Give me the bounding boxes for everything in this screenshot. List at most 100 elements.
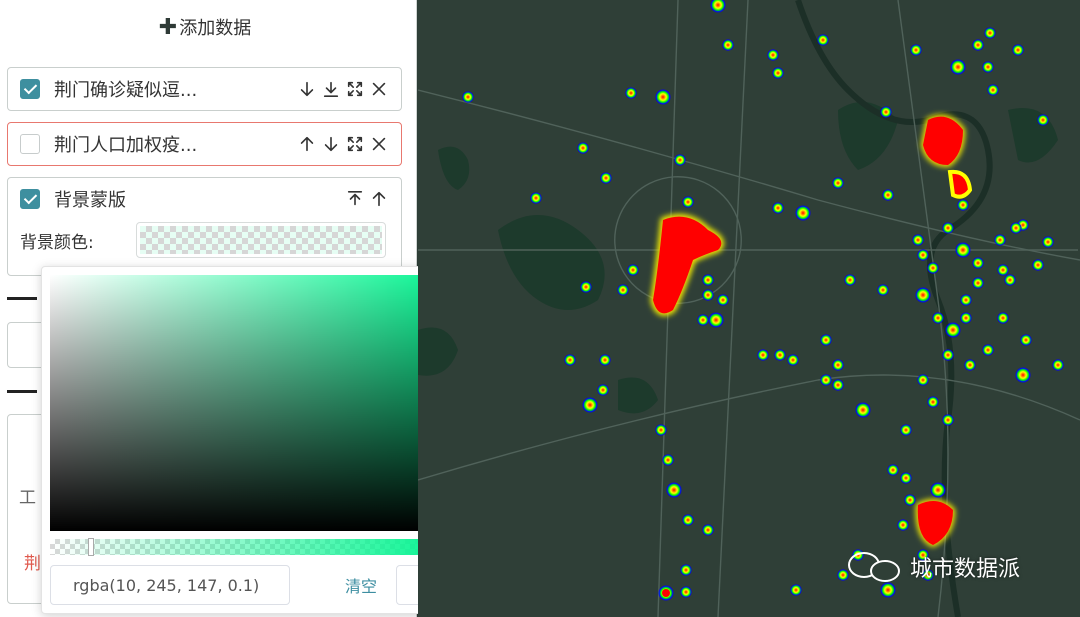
heat-point xyxy=(960,294,972,306)
heat-point xyxy=(708,312,724,328)
alpha-slider-handle[interactable] xyxy=(88,538,94,556)
heat-point xyxy=(702,274,714,286)
layer-item-confirmed[interactable]: 荆门确诊疑似逗... xyxy=(7,67,402,111)
heat-point xyxy=(915,287,931,303)
heat-point xyxy=(790,584,802,596)
arrow-down-icon[interactable] xyxy=(297,78,317,100)
heat-point xyxy=(680,586,692,598)
arrow-up-icon[interactable] xyxy=(369,188,389,210)
divider xyxy=(7,390,37,393)
heat-point xyxy=(674,154,686,166)
expand-icon[interactable] xyxy=(345,133,365,155)
heat-point xyxy=(882,189,894,201)
heat-point xyxy=(767,49,779,61)
heat-point xyxy=(682,196,694,208)
heatmap-view[interactable]: 城市数据派 xyxy=(418,0,1080,617)
heat-point xyxy=(904,494,916,506)
bg-color-swatch[interactable] xyxy=(136,222,386,258)
add-data-label: 添加数据 xyxy=(179,18,252,39)
heat-point xyxy=(855,402,871,418)
heat-point xyxy=(880,106,892,118)
heat-point xyxy=(982,61,994,73)
upload-icon[interactable] xyxy=(345,188,365,210)
map-background xyxy=(418,0,1080,617)
heat-point xyxy=(927,396,939,408)
heat-point xyxy=(666,482,682,498)
heat-point xyxy=(877,284,889,296)
heat-point xyxy=(880,582,896,598)
heat-point xyxy=(617,284,629,296)
arrow-up-icon[interactable] xyxy=(297,133,317,155)
heat-point xyxy=(530,192,542,204)
heat-point xyxy=(1012,44,1024,56)
watermark-text: 城市数据派 xyxy=(910,557,1021,582)
partial-text: 工 xyxy=(19,488,36,508)
heat-point xyxy=(955,242,971,258)
heat-point xyxy=(462,91,474,103)
heat-point xyxy=(972,39,984,51)
heat-point xyxy=(972,277,984,289)
heat-point xyxy=(832,379,844,391)
heat-point xyxy=(932,312,944,324)
heat-point xyxy=(564,354,576,366)
heat-point xyxy=(655,89,671,105)
heat-point xyxy=(682,514,694,526)
heat-point xyxy=(817,34,829,46)
color-value-input[interactable] xyxy=(50,565,290,605)
expand-icon[interactable] xyxy=(345,78,365,100)
heat-point xyxy=(577,142,589,154)
heat-point xyxy=(662,454,674,466)
bg-color-label: 背景颜色: xyxy=(20,232,94,253)
layer-name: 荆门确诊疑似逗... xyxy=(54,80,198,101)
download-icon[interactable] xyxy=(321,78,341,100)
heat-point xyxy=(832,177,844,189)
heat-point xyxy=(942,414,954,426)
heat-point xyxy=(997,264,1009,276)
heat-point xyxy=(580,281,592,293)
heat-point xyxy=(972,257,984,269)
map-canvas xyxy=(418,0,1080,617)
heat-point xyxy=(702,524,714,536)
heat-point xyxy=(599,354,611,366)
heat-point xyxy=(1010,222,1022,234)
heat-point xyxy=(1052,359,1064,371)
heat-point xyxy=(912,234,924,246)
alpha-slider[interactable] xyxy=(50,539,446,555)
saturation-value-panel[interactable] xyxy=(50,275,446,531)
close-icon[interactable] xyxy=(369,133,389,155)
heat-point xyxy=(680,564,692,576)
heat-point xyxy=(774,349,786,361)
heat-point xyxy=(772,202,784,214)
layer-visibility-checkbox[interactable] xyxy=(20,189,40,209)
layer-visibility-checkbox[interactable] xyxy=(20,134,40,154)
heat-point xyxy=(942,222,954,234)
heat-point xyxy=(787,354,799,366)
heat-point xyxy=(984,27,996,39)
heat-point xyxy=(964,359,976,371)
add-data-button[interactable]: ✚ 添加数据 xyxy=(0,14,410,40)
heat-point xyxy=(945,322,961,338)
heat-point xyxy=(820,374,832,386)
heat-point xyxy=(910,44,922,56)
heat-point xyxy=(1042,236,1054,248)
heat-point xyxy=(795,205,811,221)
heat-point xyxy=(722,39,734,51)
heat-point xyxy=(702,289,714,301)
heat-point xyxy=(820,334,832,346)
heat-point xyxy=(627,264,639,276)
layer-name: 背景蒙版 xyxy=(54,190,126,211)
heat-point xyxy=(1015,367,1031,383)
heat-point xyxy=(832,359,844,371)
layer-item-population-weighted[interactable]: 荆门人口加权疫... xyxy=(7,122,402,166)
close-icon[interactable] xyxy=(369,78,389,100)
layer-visibility-checkbox[interactable] xyxy=(20,79,40,99)
clear-button[interactable]: 清空 xyxy=(345,573,377,597)
layer-item-background-mask[interactable]: 背景蒙版 背景颜色: xyxy=(7,177,402,276)
heat-point xyxy=(900,472,912,484)
heat-point xyxy=(960,312,972,324)
heat-point xyxy=(887,464,899,476)
heat-point xyxy=(950,59,966,75)
heat-point xyxy=(900,424,912,436)
heat-point xyxy=(717,294,729,306)
arrow-down-icon[interactable] xyxy=(321,133,341,155)
